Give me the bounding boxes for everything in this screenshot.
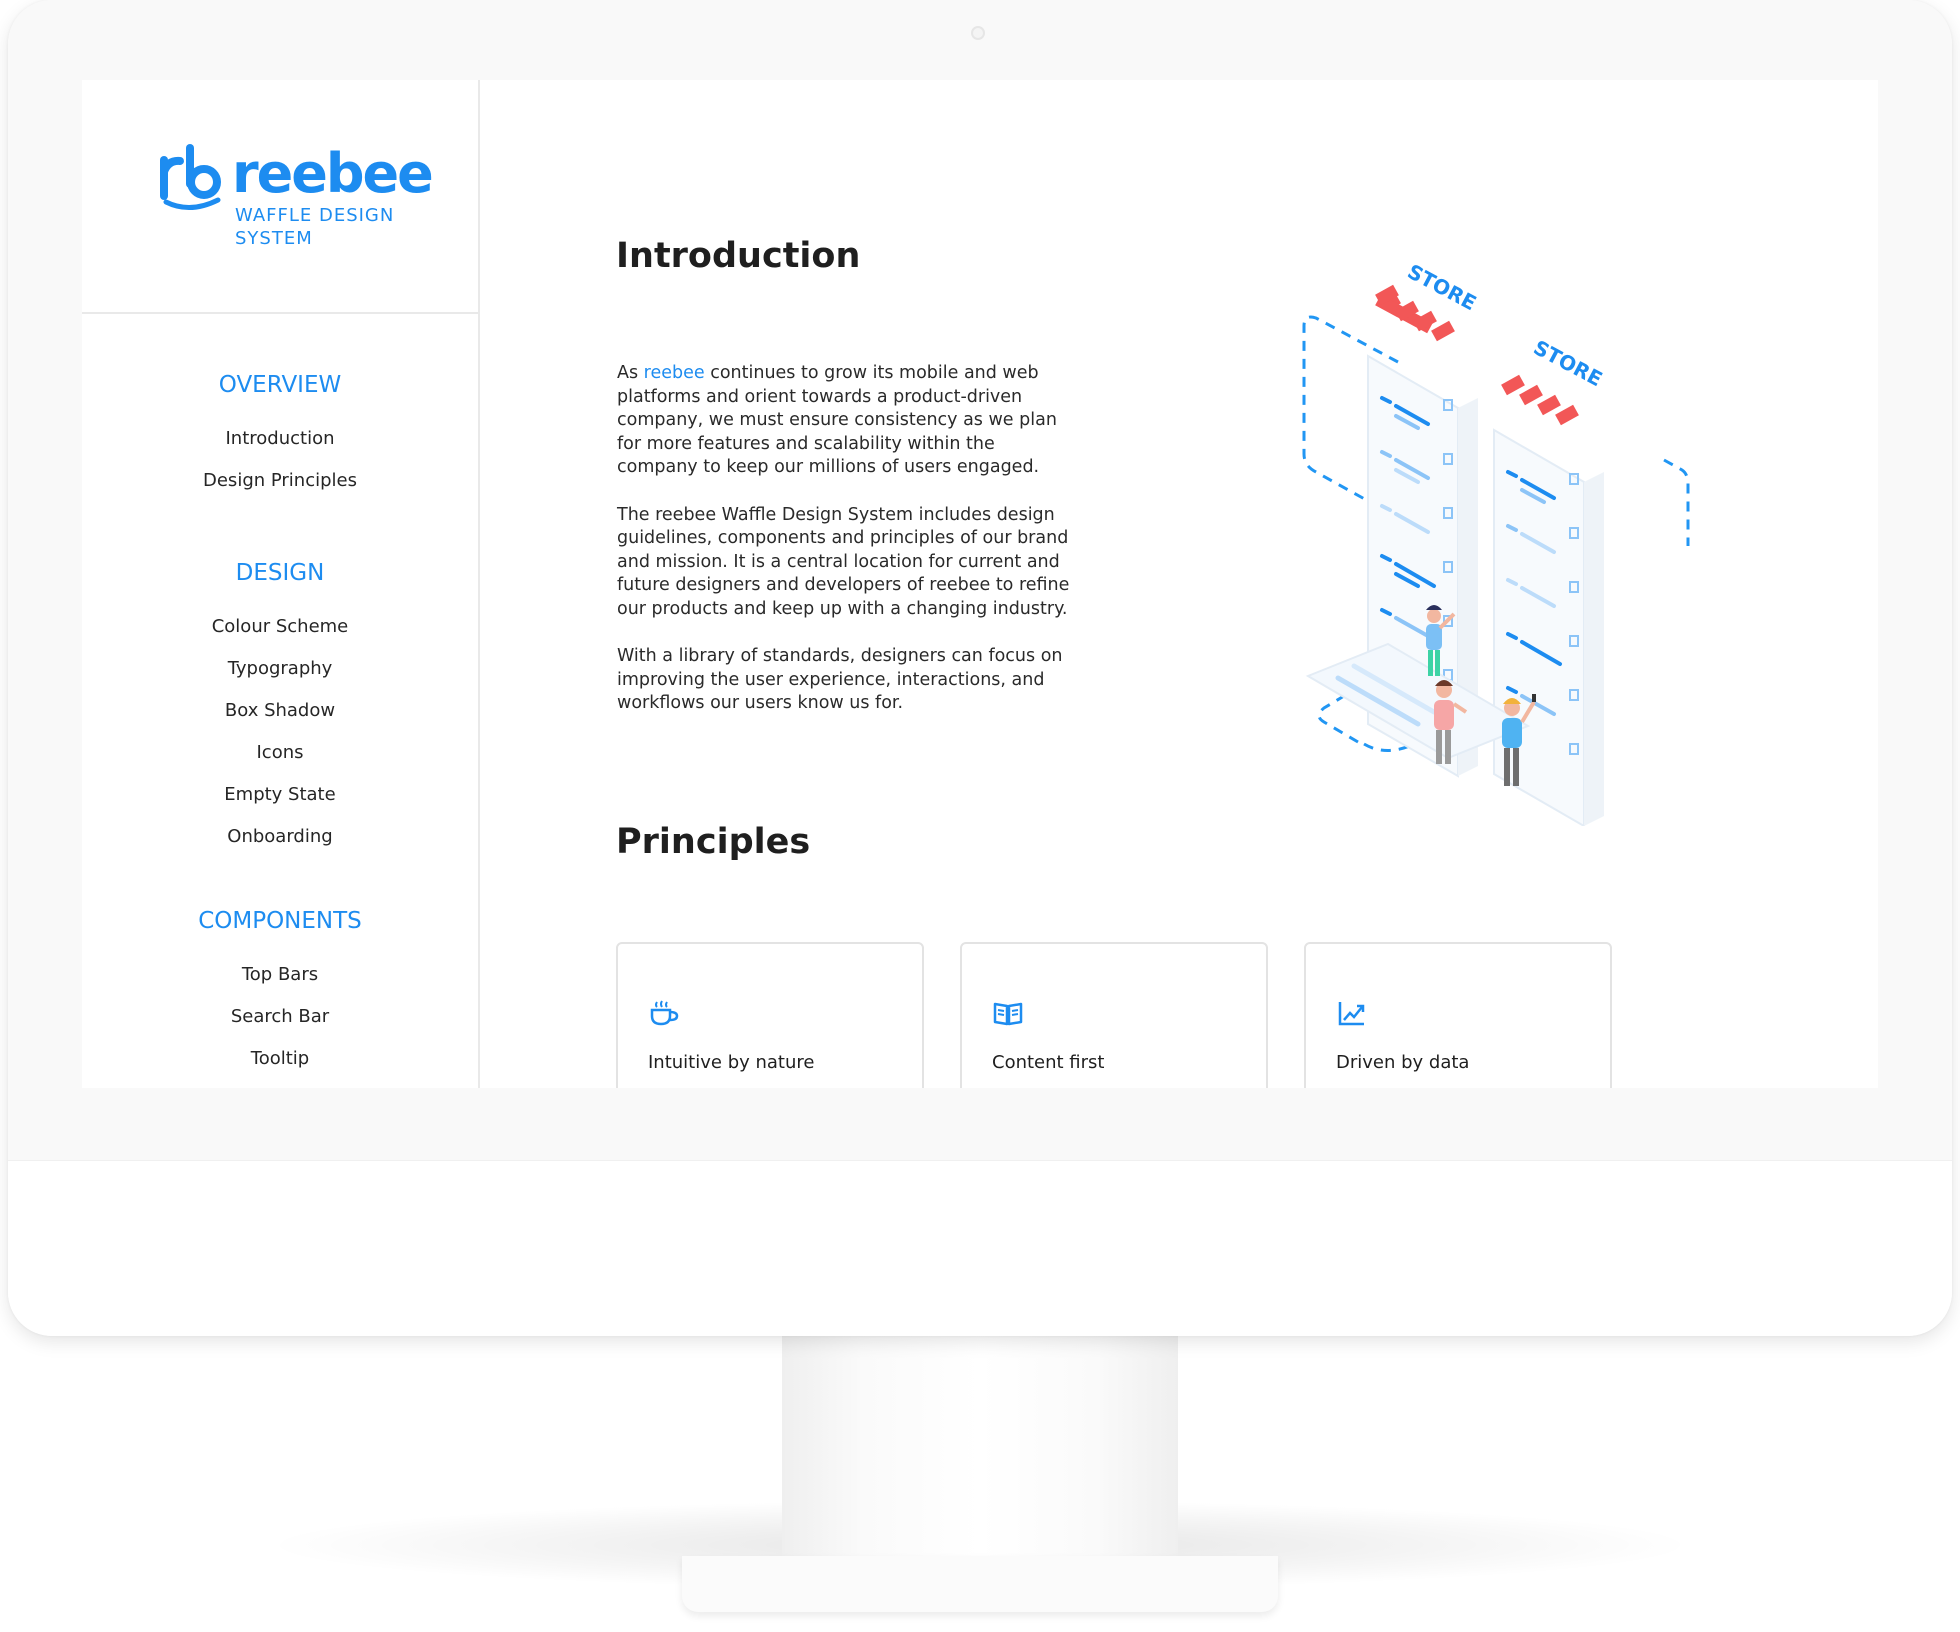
- principle-card-content[interactable]: Content first: [960, 942, 1268, 1088]
- nav-heading-design[interactable]: DESIGN: [82, 558, 478, 588]
- camera-icon: [971, 26, 985, 40]
- awning-left: STORE: [1375, 259, 1480, 342]
- sidebar-item-box-shadow[interactable]: Box Shadow: [82, 690, 478, 732]
- sidebar-item-design-principles[interactable]: Design Principles: [82, 460, 478, 502]
- principle-card-intuitive[interactable]: Intuitive by nature: [616, 942, 924, 1088]
- logo[interactable]: reebee WAFFLE DESIGN SYSTEM: [82, 80, 478, 314]
- store-illustration: STORE STORE: [1302, 259, 1690, 826]
- intro-paragraph-3: With a library of standards, designers c…: [617, 646, 1063, 714]
- principle-card-data[interactable]: Driven by data: [1304, 942, 1612, 1088]
- brand-name: reebee: [232, 142, 434, 205]
- intro-text: As reebee continues to grow its mobile a…: [617, 362, 1077, 740]
- principles-title: Principles: [616, 822, 811, 862]
- reebee-logo-icon: [160, 144, 221, 210]
- sidebar-item-onboarding[interactable]: Onboarding: [82, 816, 478, 858]
- sidebar-item-icons[interactable]: Icons: [82, 732, 478, 774]
- brand-subtitle: WAFFLE DESIGN SYSTEM: [235, 205, 395, 249]
- awning-right: STORE: [1501, 335, 1607, 426]
- nav-section-design: DESIGN Colour Scheme Typography Box Shad…: [82, 558, 478, 858]
- sidebar-item-empty-state[interactable]: Empty State: [82, 774, 478, 816]
- sidebar-item-search-bar[interactable]: Search Bar: [82, 996, 478, 1038]
- store-sign-right: STORE: [1530, 335, 1607, 391]
- principle-title: Intuitive by nature: [648, 1052, 815, 1073]
- reebee-link[interactable]: reebee: [644, 363, 705, 383]
- dashed-frame-right: [1663, 458, 1690, 546]
- principle-title: Content first: [992, 1052, 1105, 1073]
- nav-heading-overview[interactable]: OVERVIEW: [82, 370, 478, 400]
- sidebar-item-typography[interactable]: Typography: [82, 648, 478, 690]
- sidebar-item-top-bars[interactable]: Top Bars: [82, 954, 478, 996]
- coffee-cup-icon: [650, 1000, 679, 1026]
- trending-chart-icon: [1338, 1002, 1365, 1026]
- open-book-icon: [993, 1002, 1023, 1026]
- monitor-stand-base: [682, 1556, 1278, 1612]
- sidebar-item-tooltip[interactable]: Tooltip: [82, 1038, 478, 1080]
- nav-section-components: COMPONENTS Top Bars Search Bar Tooltip: [82, 906, 478, 1080]
- intro-p1-start: As: [617, 363, 644, 383]
- screen: reebee WAFFLE DESIGN SYSTEM OVERVIEW Int…: [82, 80, 1878, 1088]
- nav-section-overview: OVERVIEW Introduction Design Principles: [82, 370, 478, 502]
- main-content: Introduction As reebee continues to grow…: [480, 80, 1878, 1088]
- page-title: Introduction: [616, 236, 861, 276]
- intro-paragraph-1: As reebee continues to grow its mobile a…: [617, 362, 1077, 480]
- monitor-chin: [8, 1160, 1952, 1336]
- principle-title: Driven by data: [1336, 1052, 1470, 1073]
- sidebar: reebee WAFFLE DESIGN SYSTEM OVERVIEW Int…: [82, 80, 480, 1088]
- intro-paragraph-2: The reebee Waffle Design System includes…: [617, 504, 1070, 619]
- sidebar-item-colour-scheme[interactable]: Colour Scheme: [82, 606, 478, 648]
- sidebar-item-introduction[interactable]: Introduction: [82, 418, 478, 460]
- monitor-stand-neck: [782, 1336, 1178, 1556]
- right-panel-column: [1493, 428, 1604, 826]
- nav-heading-components[interactable]: COMPONENTS: [82, 906, 478, 936]
